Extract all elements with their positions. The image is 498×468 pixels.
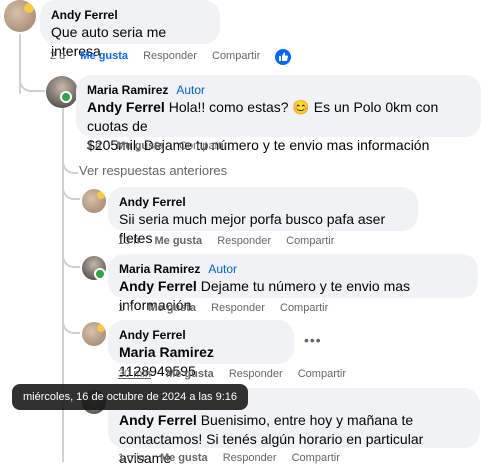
mention-link[interactable]: Andy Ferrel <box>87 99 165 115</box>
like-button[interactable]: Me gusta <box>154 235 202 247</box>
comment-text: Buenisimo, entre hoy y mañana te <box>200 412 414 428</box>
thread-connector <box>62 152 78 174</box>
comment-author[interactable]: Maria Ramirez <box>87 83 168 97</box>
comment-time[interactable]: 1 h <box>118 302 133 314</box>
online-status-icon <box>60 91 72 103</box>
comment-bubble: Maria Ramirez Autor Andy Ferrel Hola!! co… <box>76 75 481 153</box>
more-options-icon[interactable]: ••• <box>304 332 322 348</box>
share-button[interactable]: Compartir <box>179 140 227 152</box>
view-previous-replies[interactable]: Ver respuestas anteriores <box>79 163 227 178</box>
share-button[interactable]: Compartir <box>280 302 328 314</box>
comment-bubble: Maria Ramirez Autor Andy Ferrel Dejame tu… <box>108 254 478 313</box>
comment-time[interactable]: 2 d <box>50 50 65 62</box>
comment-time[interactable]: 1 min <box>118 452 145 464</box>
comment-actions: 1 d Me gusta Compartir <box>86 140 239 152</box>
comment-time[interactable]: 1 d <box>86 140 101 152</box>
reply-button[interactable]: Responder <box>217 235 271 247</box>
like-reaction-icon[interactable] <box>275 49 291 65</box>
author-badge: Autor <box>176 83 206 97</box>
share-button[interactable]: Compartir <box>298 368 346 380</box>
comment-author[interactable]: Andy Ferrel <box>119 194 407 210</box>
comment-bubble: Andy Ferrel Maria Ramirez 1128949595 <box>108 320 294 379</box>
avatar[interactable] <box>4 0 36 32</box>
comment-actions: 1 min Me gusta Responder Compartir <box>118 452 352 464</box>
comment-author[interactable]: Maria Ramirez <box>119 262 200 276</box>
comment-author[interactable]: Andy Ferrel <box>51 7 209 23</box>
comment-actions: 1 h Me gusta Responder Compartir <box>118 302 340 314</box>
reply-button[interactable]: Responder <box>143 50 197 62</box>
mention-link[interactable]: Andy Ferrel <box>119 278 197 294</box>
comment-actions: 2 d Me gusta Responder Compartir <box>50 50 272 62</box>
comment-bubble: Andy Ferrel Que auto seria me interesa <box>40 0 220 59</box>
like-button[interactable]: Me gusta <box>80 50 128 62</box>
like-button[interactable]: Me gusta <box>166 368 214 380</box>
reply-button[interactable]: Responder <box>229 368 283 380</box>
share-button[interactable]: Compartir <box>286 235 334 247</box>
share-button[interactable]: Compartir <box>212 50 260 62</box>
avatar[interactable] <box>82 322 106 346</box>
avatar[interactable] <box>82 189 106 213</box>
thread-connector <box>19 64 45 92</box>
timestamp-tooltip: miércoles, 16 de octubre de 2024 a las 9… <box>12 384 249 410</box>
comment-bubble: Andy Ferrel Sii seria much mejor porfa b… <box>108 187 418 246</box>
comment-time[interactable]: 30 min <box>118 368 151 380</box>
thread-connector <box>62 246 80 268</box>
thread-connector <box>62 180 80 200</box>
author-badge: Autor <box>208 262 238 276</box>
comment-author[interactable]: Andy Ferrel <box>119 327 283 343</box>
mention-link[interactable]: Andy Ferrel <box>119 412 197 428</box>
like-button[interactable]: Me gusta <box>148 302 196 314</box>
comment-actions: 30 min Me gusta Responder Compartir <box>118 368 358 380</box>
comment-actions: 13 h Me gusta Responder Compartir <box>118 235 346 247</box>
reply-button[interactable]: Responder <box>211 302 265 314</box>
thread-connector <box>62 312 80 334</box>
share-button[interactable]: Compartir <box>292 452 340 464</box>
reply-button[interactable]: Responder <box>223 452 277 464</box>
like-button[interactable]: Me gusta <box>160 452 208 464</box>
online-status-icon <box>94 268 106 280</box>
mention-link[interactable]: Maria Ramirez <box>119 344 214 360</box>
like-button[interactable]: Me gusta <box>116 140 164 152</box>
comment-time[interactable]: 13 h <box>118 235 139 247</box>
